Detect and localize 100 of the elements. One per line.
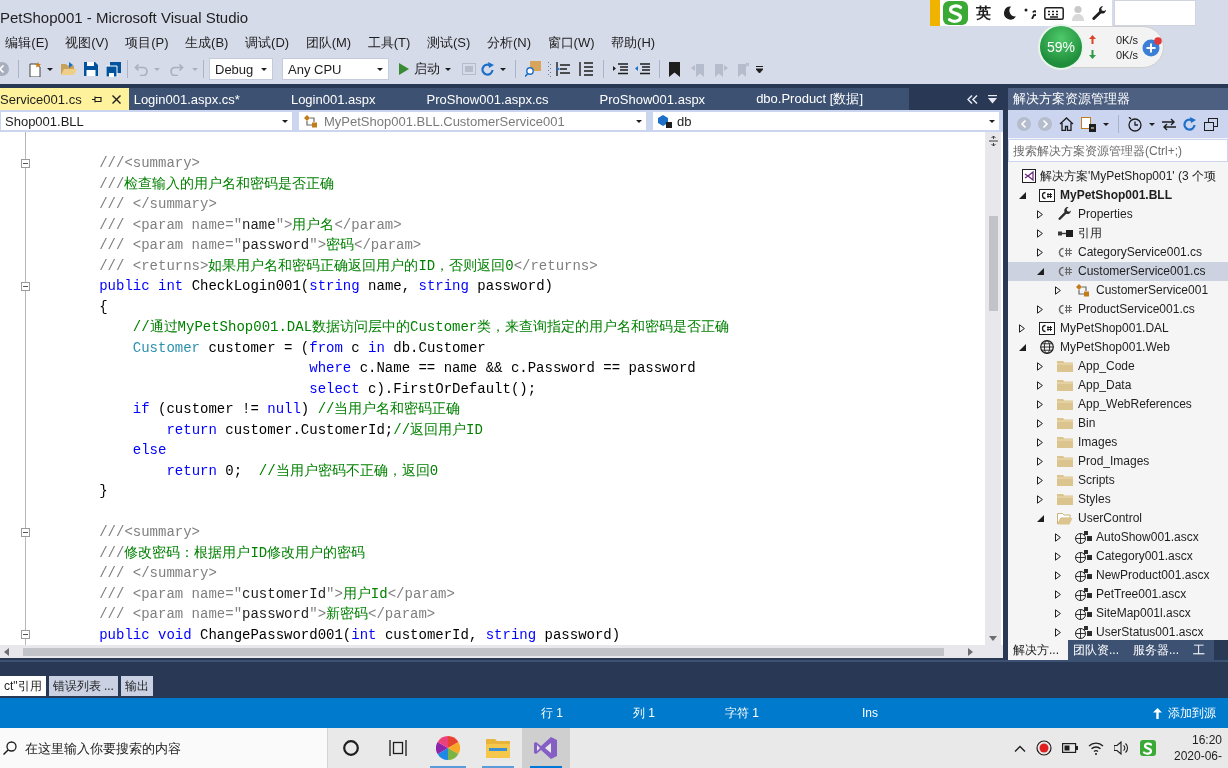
document-tab[interactable]: ProShow001.aspx	[594, 88, 752, 110]
indent-icon[interactable]	[613, 63, 628, 75]
menu-item[interactable]: 分析(N)	[478, 32, 540, 54]
tree-item[interactable]: CategoryService001.cs	[1008, 242, 1228, 262]
up-arrow-icon[interactable]	[1153, 707, 1162, 719]
tree-item[interactable]: NewProduct001.ascx	[1008, 565, 1228, 585]
expanded-arrow-icon[interactable]	[1036, 267, 1044, 275]
refresh-icon[interactable]	[481, 61, 495, 77]
menu-item[interactable]: 生成(B)	[176, 32, 237, 54]
collapsed-arrow-icon[interactable]	[1055, 532, 1061, 542]
menu-item[interactable]: 窗口(W)	[539, 32, 603, 54]
outdent-icon[interactable]	[635, 63, 650, 75]
close-icon[interactable]	[111, 94, 121, 104]
tree-item[interactable]: CustomerService001	[1008, 280, 1228, 300]
tree-item[interactable]: MyPetShop001.Web	[1008, 337, 1228, 357]
tree-item[interactable]: App_Code	[1008, 356, 1228, 376]
tree-item[interactable]: App_WebReferences	[1008, 394, 1228, 414]
collapse-icon[interactable]	[21, 630, 30, 639]
tree-item[interactable]: SiteMap001l.ascx	[1008, 603, 1228, 623]
columns-icon[interactable]	[579, 62, 594, 76]
search-box[interactable]: 在这里输入你要搜索的内容	[0, 728, 328, 768]
color-wheel-icon[interactable]	[436, 736, 460, 760]
tree-item[interactable]: MyPetShop001.DAL	[1008, 318, 1228, 338]
collapsed-arrow-icon[interactable]	[1037, 456, 1043, 466]
clock-date[interactable]: 2020-06-	[1173, 748, 1222, 764]
pin-icon[interactable]	[91, 94, 102, 104]
tree-item[interactable]: UserStatus001.ascx	[1008, 622, 1228, 640]
collapsed-arrow-icon[interactable]	[1055, 608, 1061, 618]
caret-icon[interactable]	[282, 119, 288, 123]
member-dropdown[interactable]: db	[652, 111, 1000, 131]
collapsed-arrow-icon[interactable]	[1055, 285, 1061, 295]
punctuation-icon[interactable]	[1024, 7, 1036, 19]
clock-icon[interactable]	[1128, 116, 1142, 132]
clock-time[interactable]: 16:20	[1191, 732, 1222, 748]
caret-icon[interactable]	[1149, 122, 1155, 126]
document-tab[interactable]: dbo.Product [数据]	[751, 88, 910, 110]
scrollbar-thumb[interactable]	[988, 216, 998, 311]
bookmark-icon[interactable]	[669, 61, 680, 77]
tree-item[interactable]: Images	[1008, 432, 1228, 452]
collapse-icon[interactable]	[21, 158, 30, 168]
platform-dropdown[interactable]: Any CPU	[282, 58, 389, 80]
expanded-arrow-icon[interactable]	[1018, 343, 1026, 351]
caret-icon[interactable]	[636, 119, 642, 123]
tree-item[interactable]: UserControl	[1008, 508, 1228, 528]
keyboard-icon[interactable]	[1044, 6, 1064, 20]
collapse-icon[interactable]	[21, 281, 30, 291]
panel-tab[interactable]: 服务器...	[1128, 640, 1189, 660]
collapsed-arrow-icon[interactable]	[1055, 589, 1061, 599]
caret-icon[interactable]	[1103, 122, 1109, 126]
logo-icon[interactable]	[1140, 740, 1156, 756]
ring-icon[interactable]	[343, 740, 359, 756]
tree-item[interactable]: 引用	[1008, 223, 1228, 243]
refresh-icon[interactable]	[1183, 116, 1197, 132]
menu-item[interactable]: 测试(S)	[418, 32, 479, 54]
tree-item[interactable]: Scripts	[1008, 470, 1228, 490]
collapsed-arrow-icon[interactable]	[1037, 437, 1043, 447]
tree-item[interactable]: CustomerService001.cs	[1008, 261, 1228, 281]
tree-item[interactable]: ProductService001.cs	[1008, 299, 1228, 319]
collapsed-arrow-icon[interactable]	[1037, 228, 1043, 238]
input-mode[interactable]: 英	[976, 3, 991, 23]
copies-icon[interactable]	[1204, 117, 1218, 131]
align-icon[interactable]	[556, 62, 571, 76]
caret-icon[interactable]	[377, 67, 383, 71]
moon-icon[interactable]	[1002, 6, 1016, 20]
type-dropdown[interactable]: MyPetShop001.BLL.CustomerService001	[298, 111, 647, 131]
collapsed-arrow-icon[interactable]	[1037, 418, 1043, 428]
battery-icon[interactable]	[1062, 743, 1078, 753]
search-field[interactable]: 搜索解决方案资源管理器(Ctrl+;)	[1008, 139, 1228, 162]
volume-icon[interactable]	[1114, 741, 1130, 755]
panel-tab[interactable]: 错误列表 ...	[48, 676, 118, 696]
double-chevron-left-icon[interactable]	[967, 94, 978, 104]
wifi-icon[interactable]	[1088, 741, 1104, 755]
tree-item[interactable]: App_Data	[1008, 375, 1228, 395]
collapsed-arrow-icon[interactable]	[1055, 627, 1061, 637]
tree-item[interactable]: Properties	[1008, 204, 1228, 224]
menu-item[interactable]: 团队(M)	[297, 32, 360, 54]
vertical-scrollbar[interactable]	[985, 132, 1001, 645]
panel-tab[interactable]: 解决方...	[1008, 640, 1068, 660]
find-icon[interactable]	[525, 61, 541, 77]
panel-tab[interactable]: 团队资...	[1068, 640, 1129, 660]
collapsed-arrow-icon[interactable]	[1037, 209, 1043, 219]
panel-tab[interactable]: ct"引用	[0, 676, 46, 696]
open-folder-icon[interactable]	[60, 62, 77, 76]
menu-item[interactable]: 帮助(H)	[602, 32, 664, 54]
tree-item[interactable]: Bin	[1008, 413, 1228, 433]
app-logo-icon[interactable]	[534, 736, 558, 760]
collapse-icon[interactable]	[21, 527, 30, 537]
scrollbar-thumb[interactable]	[23, 647, 944, 656]
wrench-icon[interactable]	[1092, 5, 1107, 21]
tree-item[interactable]: MyPetShop001.BLL	[1008, 185, 1228, 205]
panel-tab[interactable]: 工	[1188, 640, 1215, 660]
dropdown-icon[interactable]	[988, 94, 997, 104]
plus-icon[interactable]	[1142, 37, 1162, 57]
caret-icon[interactable]	[261, 67, 267, 71]
search-field[interactable]: 在这里输入你要搜索的内容	[25, 736, 315, 760]
caret-icon[interactable]	[989, 119, 995, 123]
panel-tab[interactable]: 输出	[120, 676, 153, 696]
collapsed-arrow-icon[interactable]	[1037, 380, 1043, 390]
caret-icon[interactable]	[500, 67, 506, 71]
expanded-arrow-icon[interactable]	[1036, 514, 1044, 522]
